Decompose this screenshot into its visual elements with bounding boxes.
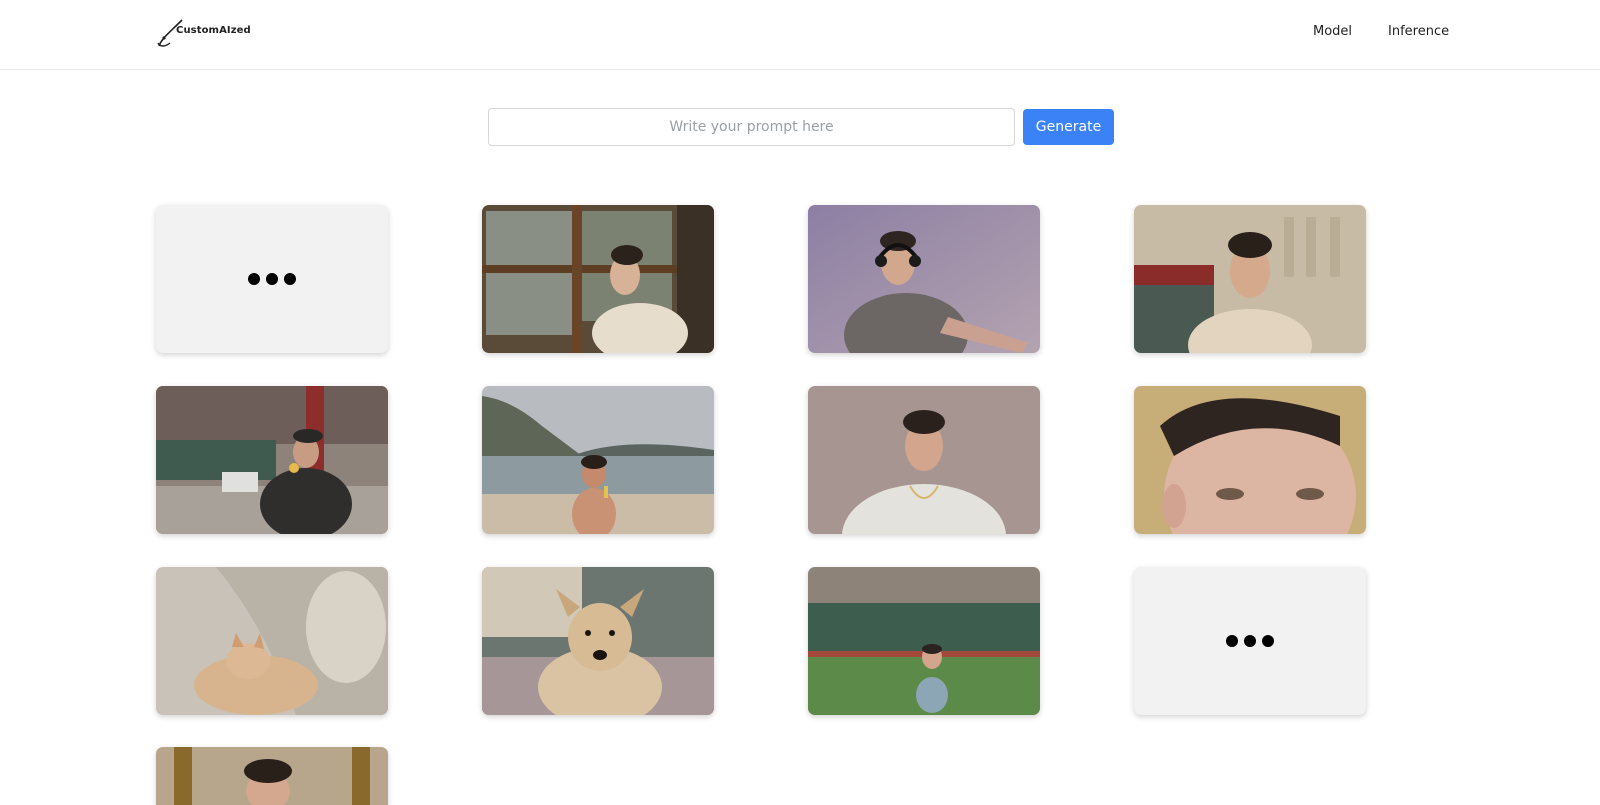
nav-item-inference[interactable]: Inference [1388,24,1449,39]
generated-image-kid-soccer-field [808,567,1040,715]
generated-image-man-tshirt-portrait [808,386,1040,534]
gallery-card-image[interactable] [482,205,714,353]
navbar: CustomAIzed Model Inference [0,0,1600,70]
gallery-card-image[interactable] [1134,386,1366,534]
gallery-card-image[interactable] [156,747,388,805]
loading-dot [266,273,278,285]
loading-dot [1244,635,1256,647]
loading-dot [1262,635,1274,647]
gallery-card-image[interactable] [482,386,714,534]
gallery-card-image[interactable] [156,567,388,715]
generated-image-cat-on-couch [156,567,388,715]
loading-dot [248,273,260,285]
generate-button[interactable]: Generate [1023,109,1114,145]
generated-image-man-headphones [808,205,1040,353]
gallery-card-loading[interactable] [1134,567,1366,715]
prompt-input[interactable] [488,108,1015,146]
nav-item-model[interactable]: Model [1313,24,1352,39]
nav-links: Model Inference [0,24,1600,44]
gallery-card-image[interactable] [808,567,1040,715]
generated-image-face-closeup [1134,386,1366,534]
gallery-card-image[interactable] [156,386,388,534]
generated-image-man-eating-street [156,386,388,534]
generated-image-boy-beach [482,386,714,534]
gallery-card-image[interactable] [482,567,714,715]
generated-image-dog-portrait [482,567,714,715]
gallery-card-image[interactable] [1134,205,1366,353]
generated-image-man-cafe-window [482,205,714,353]
loading-dot [1226,635,1238,647]
generated-image-man-street-hoodie [1134,205,1366,353]
gallery-card-image[interactable] [808,386,1040,534]
loading-dot [284,273,296,285]
gallery-card-image[interactable] [808,205,1040,353]
generated-image-man-portrait-partial [156,747,388,805]
gallery-card-loading[interactable] [156,205,388,353]
